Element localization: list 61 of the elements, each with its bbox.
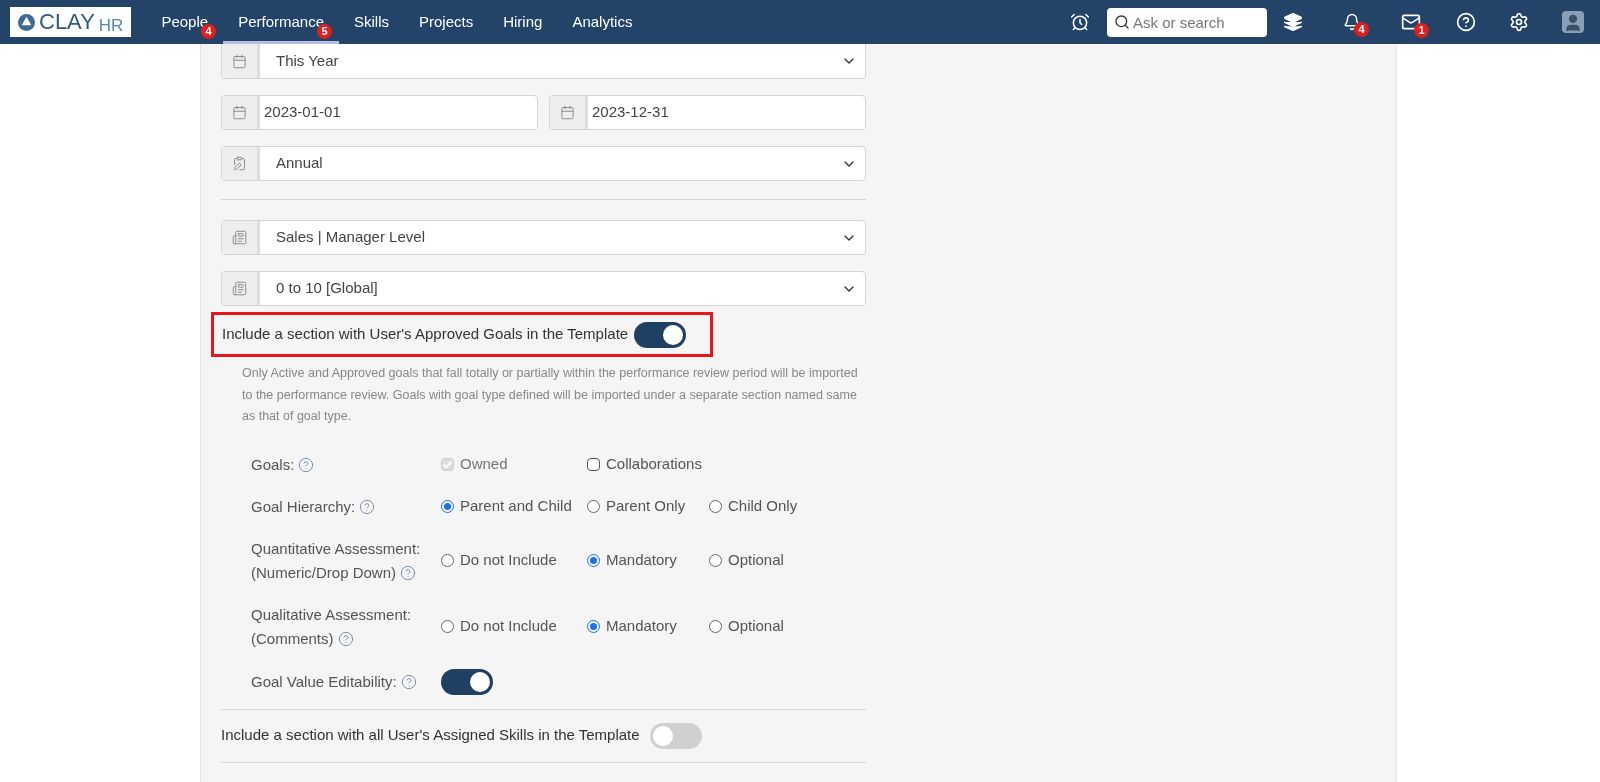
radio-label: Optional — [728, 616, 784, 637]
radio-label: Parent and Child — [460, 496, 572, 517]
mail-icon[interactable] — [1401, 12, 1421, 32]
checkbox-label: Collaborations — [606, 454, 702, 475]
toggle-switch[interactable] — [649, 722, 702, 749]
search-field[interactable]: Ask or search — [1107, 7, 1267, 37]
setting-label: Goals: — [251, 454, 295, 475]
radio-button[interactable] — [709, 554, 722, 567]
setting-label: Goal Hierarchy: — [251, 496, 356, 517]
radio-label: Parent Only — [606, 496, 686, 517]
document-icon — [232, 230, 247, 245]
end-date-field[interactable]: 2023-12-31 — [549, 95, 866, 130]
radio-label: Mandatory — [606, 616, 677, 637]
checkbox-label: Owned — [460, 454, 508, 475]
template-select[interactable]: Sales | Manager Level — [221, 220, 866, 255]
nav-tab[interactable]: Skills — [339, 0, 404, 44]
logo-text: CLAY — [39, 11, 95, 33]
search-icon — [1114, 13, 1130, 30]
nav-tab[interactable]: Analytics — [557, 0, 648, 44]
logo-suffix: HR — [98, 17, 124, 34]
document-icon — [232, 281, 247, 296]
nav-tab[interactable]: Hiring — [488, 0, 558, 44]
alarm-clock-icon[interactable] — [1070, 12, 1090, 32]
radio-label: Do not Include — [460, 616, 557, 637]
avatar[interactable] — [1562, 11, 1584, 33]
settings-icon[interactable] — [1509, 12, 1529, 32]
start-date-field[interactable]: 2023-01-01 — [221, 95, 538, 130]
rating-scale-select[interactable]: 0 to 10 [Global] — [221, 271, 866, 306]
radio-label: Optional — [728, 550, 784, 571]
mail-badge: 1 — [1414, 23, 1429, 38]
section-label: Include a section with User's Approved Goals in the Template — [222, 324, 629, 345]
setting-label: Quantitative Assessment: — [251, 538, 422, 559]
frequency-select[interactable]: Annual — [221, 146, 866, 181]
setting-label: Qualitative Assessment: — [251, 604, 413, 625]
calendar-icon — [232, 105, 247, 120]
notification-badge: 4 — [1354, 22, 1369, 37]
period-select[interactable]: This Year — [221, 44, 866, 79]
checkbox[interactable] — [587, 458, 600, 471]
calendar-icon — [232, 53, 247, 69]
radio-button[interactable] — [587, 500, 600, 513]
clipboard-icon — [232, 156, 247, 171]
radio-button[interactable] — [709, 620, 722, 633]
radio-label: Do not Include — [460, 550, 557, 571]
setting-sublabel: (Comments) — [251, 628, 334, 649]
setting-sublabel: (Numeric/Drop Down) — [251, 562, 397, 583]
toggle-switch[interactable] — [634, 321, 687, 348]
toggle-switch[interactable] — [441, 668, 493, 695]
logo-icon — [18, 13, 35, 31]
section-label: Include a section with all User's Assigned Skills in the Template — [221, 725, 640, 746]
radio-label: Mandatory — [606, 550, 677, 571]
calendar-icon — [560, 105, 575, 120]
radio-button[interactable] — [709, 500, 722, 513]
radio-label: Child Only — [728, 496, 798, 517]
section-description: Only Active and Approved goals that fall totally or partially within the performance review period will be imported to the performance review. Goals with goal type defined will be imported under a separate section named same as that of goal type. — [242, 365, 859, 425]
setting-label: Goal Value Editability: — [251, 671, 397, 692]
radio-button[interactable] — [441, 620, 454, 633]
check-icon — [443, 461, 452, 468]
logo[interactable]: CLAY HR — [10, 7, 132, 37]
layers-icon[interactable] — [1283, 12, 1303, 32]
nav-tab[interactable]: Projects — [404, 0, 489, 44]
radio-button[interactable] — [441, 554, 454, 567]
